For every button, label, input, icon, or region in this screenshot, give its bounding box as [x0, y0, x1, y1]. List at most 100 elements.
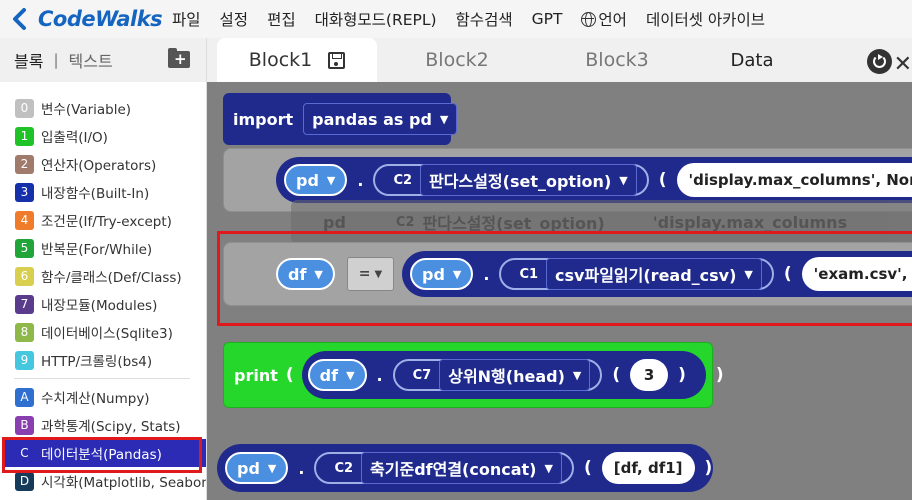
globe-icon — [581, 11, 597, 27]
category-item[interactable]: 7 내장모듈(Modules) — [0, 290, 206, 318]
tab-text[interactable]: 텍스트 — [69, 48, 113, 72]
tab-blocks[interactable]: 블록 — [14, 48, 43, 72]
category-label: HTTP/크롤링(bs4) — [41, 354, 153, 370]
menu-file[interactable]: 파일 — [172, 8, 201, 30]
refresh-icon[interactable] — [867, 49, 892, 74]
category-item[interactable]: A 수치계산(Numpy) — [0, 383, 206, 411]
category-item[interactable]: 8 데이터베이스(Sqlite3) — [0, 318, 206, 346]
paren-open: ( — [612, 365, 621, 385]
head-method[interactable]: C7 상위N행(head) ▼ — [392, 359, 603, 391]
import-block[interactable]: import pandas as pd ▼ — [223, 93, 458, 145]
concat-arg[interactable]: [df, df1] — [601, 452, 695, 484]
tab-block3[interactable]: Block3 — [537, 38, 697, 82]
pd-object-label: pd — [296, 170, 319, 190]
left-panel: 블록 | 텍스트 + 0 변수(Variable) 1 입출력(I/O) 2 연산자(Op… — [0, 38, 207, 500]
import-module-dropdown[interactable]: pandas as pd ▼ — [303, 103, 458, 135]
category-label: 반복문(For/While) — [41, 242, 153, 258]
menu-settings[interactable]: 설정 — [220, 8, 249, 30]
category-label: 데이터분석(Pandas) — [41, 447, 162, 463]
pd-object-dropdown[interactable]: pd ▼ — [284, 164, 348, 196]
chevron-down-icon: ▼ — [374, 268, 383, 280]
paren-open: ( — [583, 458, 592, 478]
category-label: 연산자(Operators) — [41, 158, 157, 174]
pd-object-label: pd — [422, 264, 445, 284]
category-item[interactable]: 3 내장함수(Built-In) — [0, 178, 206, 206]
logo-text: CodeWalks — [38, 7, 163, 31]
set-option-arg[interactable]: 'display.max_columns', None — [676, 163, 912, 197]
menu-dataset-archive[interactable]: 데이터셋 아카이브 — [646, 8, 765, 30]
tab-separator: | — [53, 51, 59, 69]
concat-method[interactable]: C2 축기준df연결(concat) ▼ — [314, 452, 574, 484]
tab-block2[interactable]: Block2 — [377, 38, 537, 82]
save-icon[interactable] — [328, 51, 346, 69]
category-item[interactable]: D 시각화(Matplotlib, Seaborn) — [0, 467, 206, 495]
pd-object-dropdown[interactable]: pd ▼ — [225, 452, 289, 484]
tab-block1-label: Block1 — [248, 49, 313, 71]
category-number-badge: D — [15, 471, 34, 491]
read-csv-method[interactable]: C1 csv파일읽기(read_csv) ▼ — [499, 258, 774, 290]
chevron-down-icon: ▼ — [346, 368, 355, 382]
category-item[interactable]: 6 함수/클래스(Def/Class) — [0, 262, 206, 290]
paren-close: ) — [704, 458, 713, 478]
chevron-down-icon: ▼ — [267, 461, 277, 475]
df-object-dropdown[interactable]: df ▼ — [307, 359, 367, 391]
category-item[interactable]: 1 입출력(I/O) — [0, 122, 206, 150]
left-panel-header: 블록 | 텍스트 + — [0, 38, 206, 82]
category-label: 내장함수(Built-In) — [41, 186, 150, 202]
head-dropdown[interactable]: 상위N행(head) ▼ — [439, 359, 591, 391]
paren-close: ) — [678, 365, 686, 385]
concat-block[interactable]: pd ▼ . C2 축기준df연결(concat) ▼ ( [df, df1] … — [217, 444, 713, 492]
print-block[interactable]: print ( df ▼ . C7 상위N행(head) ▼ ( 3 ) ) — [223, 342, 724, 408]
ghost-set-option-block: pd C2 판다스설정(set_option) 'display.max_col… — [291, 200, 912, 244]
concat-dropdown[interactable]: 축기준df연결(concat) ▼ — [361, 452, 562, 484]
category-item[interactable]: 5 반복문(For/While) — [0, 234, 206, 262]
close-icon[interactable]: ✕ — [894, 52, 912, 77]
chevron-down-icon: ▼ — [572, 368, 582, 382]
df-var-dropdown[interactable]: df ▼ — [276, 258, 335, 290]
category-label: 시각화(Matplotlib, Seaborn) — [41, 475, 206, 491]
set-option-method[interactable]: C2 판다스설정(set_option) ▼ — [373, 164, 649, 196]
read-csv-expr[interactable]: pd ▼ . C1 csv파일읽기(read_csv) ▼ ( 'exam.cs… — [402, 251, 912, 297]
read-csv-arg[interactable]: 'exam.csv', he — [801, 257, 912, 291]
pd-object-dropdown[interactable]: pd ▼ — [410, 258, 474, 290]
read-csv-dropdown[interactable]: csv파일읽기(read_csv) ▼ — [546, 258, 762, 290]
paren-open: ( — [783, 264, 792, 284]
category-item[interactable]: C 데이터분석(Pandas) — [4, 439, 206, 467]
assign-dropdown[interactable]: = ▼ — [346, 257, 394, 291]
df-object-label: df — [319, 365, 339, 385]
tab-block1[interactable]: Block1 — [217, 38, 377, 82]
block-workspace[interactable]: import pandas as pd ▼ pd ▼ . C2 판다스설정(se… — [207, 82, 912, 500]
category-divider — [14, 378, 190, 379]
method-code: C2 — [334, 460, 354, 476]
head-expr[interactable]: df ▼ . C7 상위N행(head) ▼ ( 3 ) — [301, 351, 706, 399]
dot-operator: . — [376, 365, 383, 385]
folder-add-icon[interactable]: + — [168, 48, 190, 68]
tab-bar: Block1 Block2 Block3 Data ✕ — [207, 38, 912, 82]
category-number-badge: 9 — [15, 350, 34, 370]
set-option-dropdown[interactable]: 판다스설정(set_option) ▼ — [420, 164, 637, 196]
pd-object-label: pd — [237, 458, 260, 478]
menu-repl[interactable]: 대화형모드(REPL) — [315, 8, 437, 30]
category-item[interactable]: 2 연산자(Operators) — [0, 150, 206, 178]
category-item[interactable]: 4 조건문(If/Try-except) — [0, 206, 206, 234]
paren-open: ( — [285, 365, 294, 385]
category-item[interactable]: 9 HTTP/크롤링(bs4) — [0, 346, 206, 374]
menu-function-search[interactable]: 함수검색 — [456, 8, 513, 30]
tab-data[interactable]: Data — [697, 38, 807, 82]
menu-language[interactable]: 언어 — [581, 8, 627, 30]
menu-language-label: 언어 — [598, 11, 627, 29]
logo[interactable]: CodeWalks — [12, 7, 172, 31]
read-csv-statement[interactable]: df ▼ = ▼ pd ▼ . C1 csv파일읽기(read_csv) ▼ (… — [223, 242, 912, 306]
method-code: C7 — [412, 367, 432, 383]
category-item[interactable]: B 과학통계(Scipy, Stats) — [0, 411, 206, 439]
category-number-badge: 3 — [15, 182, 34, 202]
menu-gpt[interactable]: GPT — [532, 10, 563, 28]
menu-edit[interactable]: 편집 — [267, 8, 296, 30]
chevron-down-icon: ▼ — [314, 267, 323, 281]
print-paren-close: ) — [715, 365, 724, 385]
head-n-input[interactable]: 3 — [630, 359, 669, 391]
category-item[interactable]: 0 변수(Variable) — [0, 94, 206, 122]
set-option-expr[interactable]: pd ▼ . C2 판다스설정(set_option) ▼ ( 'display… — [276, 157, 912, 203]
category-number-badge: 2 — [15, 154, 34, 174]
ghost-pd: pd — [323, 212, 346, 232]
